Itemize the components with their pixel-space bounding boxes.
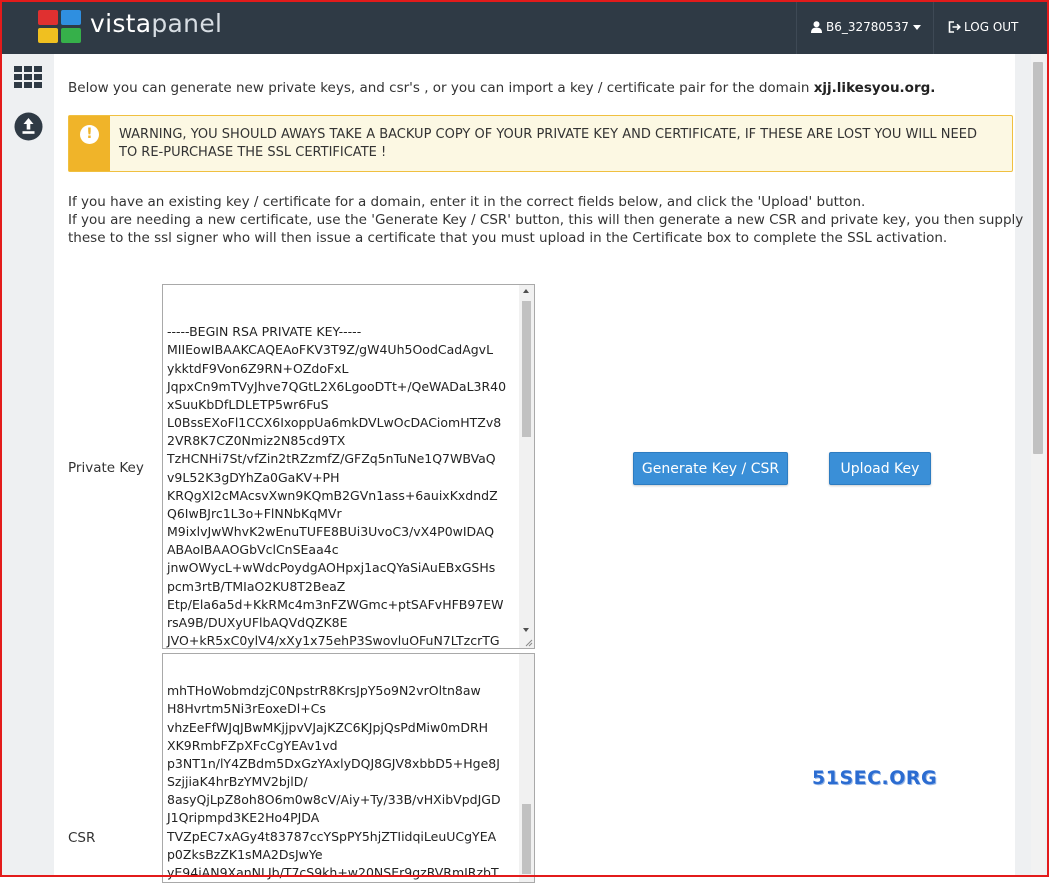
warning-alert: ! WARNING, YOU SHOULD AWAYS TAKE A BACKU… — [68, 115, 1013, 172]
csr-scroll-thumb[interactable] — [522, 804, 531, 874]
warning-text: WARNING, YOU SHOULD AWAYS TAKE A BACKUP … — [119, 127, 977, 160]
csr-label: CSR — [68, 830, 96, 846]
generate-key-csr-button[interactable]: Generate Key / CSR — [633, 452, 788, 485]
private-key-scrollbar[interactable] — [519, 285, 534, 648]
resize-grip-icon[interactable] — [523, 637, 533, 647]
top-navbar: vistapanel B6_32780537 LOG OUT — [0, 0, 1049, 54]
warning-stripe: ! — [69, 116, 110, 171]
logo-icon — [38, 10, 82, 44]
private-key-value: -----BEGIN RSA PRIVATE KEY----- MIIEowIB… — [167, 324, 507, 648]
logout-link[interactable]: LOG OUT — [948, 0, 1018, 54]
private-key-label: Private Key — [68, 460, 144, 476]
private-key-textarea[interactable]: -----BEGIN RSA PRIVATE KEY----- MIIEowIB… — [162, 284, 535, 649]
chevron-down-icon — [913, 25, 921, 30]
intro-text: Below you can generate new private keys,… — [68, 80, 936, 96]
user-menu-dropdown[interactable]: B6_32780537 — [796, 0, 934, 54]
brand-name[interactable]: vistapanel — [90, 9, 222, 38]
domain-name: xjj.likesyou.org. — [813, 80, 936, 96]
user-name: B6_32780537 — [826, 20, 909, 34]
csr-textarea[interactable]: mhTHoWobmdzjC0NpstrR8KrsJpY5o9N2vrOltn8a… — [162, 653, 535, 883]
logout-label: LOG OUT — [964, 20, 1019, 34]
upload-key-button[interactable]: Upload Key — [829, 452, 931, 485]
scroll-down-icon[interactable] — [523, 628, 529, 632]
grid-icon[interactable] — [14, 66, 42, 88]
instructions-line-3: these to the ssl signer who will then is… — [68, 230, 948, 246]
user-icon — [811, 21, 822, 33]
sign-out-icon — [948, 21, 961, 33]
instructions-line-2: If you are needing a new certificate, us… — [68, 212, 1024, 228]
watermark: 51SEC.ORG — [812, 767, 938, 789]
upload-icon[interactable] — [14, 112, 43, 141]
private-key-scroll-thumb[interactable] — [522, 301, 531, 437]
csr-scrollbar[interactable] — [519, 654, 534, 882]
instructions-line-1: If you have an existing key / certificat… — [68, 194, 866, 210]
csr-value: mhTHoWobmdzjC0NpstrR8KrsJpY5o9N2vrOltn8a… — [167, 683, 501, 880]
scroll-up-icon[interactable] — [523, 289, 529, 293]
page-scrollbar-thumb[interactable] — [1033, 62, 1043, 454]
exclamation-icon: ! — [80, 125, 99, 144]
sidebar — [2, 54, 55, 875]
